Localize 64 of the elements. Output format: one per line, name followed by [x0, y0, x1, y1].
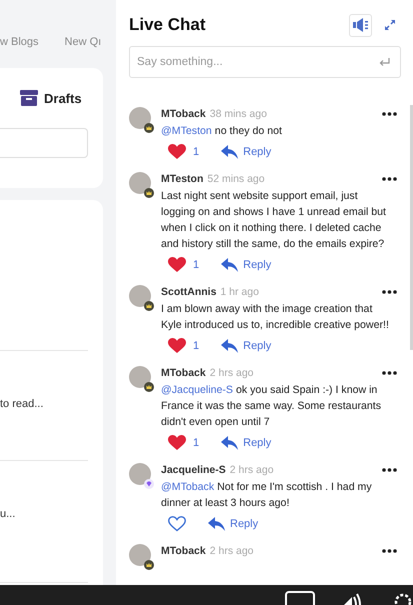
message-text: Last night sent website support email, just logging on and shows I have 1 unread email but when I click on it nothing there. I deleted cache and history still the same, do the emails expire?: [161, 189, 387, 252]
message-time: 2 hrs ago: [210, 545, 255, 557]
heart-icon[interactable]: [168, 257, 186, 273]
avatar: [129, 172, 151, 194]
reply-arrow-icon: [221, 145, 238, 159]
message-text: @MToback Not for me I'm scottish . I had my dinner at least 3 hours ago!: [161, 480, 373, 511]
heart-icon[interactable]: [168, 435, 186, 451]
post-snippet: u...: [0, 508, 16, 520]
reply-link[interactable]: Reply: [221, 436, 272, 450]
crown-badge-icon: [144, 382, 154, 392]
message-time: 2 hrs ago: [230, 464, 275, 476]
message-text: @Jacqueline-S ok you said Spain :-) I know in France it was the same way. Some restaurants didn't even open until 7: [161, 383, 382, 430]
like-count: 1: [193, 259, 200, 271]
diamond-badge-icon: [144, 479, 154, 489]
reply-link[interactable]: Reply: [221, 145, 272, 159]
author-name[interactable]: MToback: [161, 367, 206, 379]
heart-icon[interactable]: [168, 338, 186, 354]
message-input[interactable]: Say something...: [129, 46, 401, 78]
crown-badge-icon: [144, 301, 154, 311]
reply-link[interactable]: Reply: [208, 517, 258, 531]
message-time: 52 mins ago: [207, 173, 266, 185]
author-name[interactable]: MToback: [161, 108, 206, 120]
crown-badge-icon: [144, 188, 154, 198]
avatar: [129, 366, 151, 388]
enter-icon: [379, 58, 390, 66]
like-count: 1: [193, 437, 200, 449]
reply-arrow-icon: [221, 436, 238, 450]
avatar: [129, 544, 151, 566]
message-time: 1 hr ago: [220, 286, 260, 298]
reply-arrow-icon: [208, 517, 225, 531]
reply-link[interactable]: Reply: [221, 258, 272, 272]
author-name[interactable]: Jacqueline-S: [161, 464, 226, 476]
reply-arrow-icon: [221, 339, 238, 353]
author-name[interactable]: MTeston: [161, 173, 204, 185]
avatar: [129, 463, 151, 485]
heart-icon[interactable]: [168, 144, 186, 160]
message-time: 38 mins ago: [210, 108, 268, 120]
message-time: 2 hrs ago: [210, 367, 255, 379]
post-snippet: to read...: [0, 398, 44, 410]
message-text: @MTeston no they do not: [161, 124, 283, 139]
more-options-icon[interactable]: [382, 112, 397, 116]
avatar: [129, 107, 151, 129]
like-count: 1: [193, 146, 200, 158]
crown-badge-icon: [144, 123, 154, 133]
crown-badge-icon: [144, 560, 154, 570]
reply-arrow-icon: [221, 258, 238, 272]
captions-icon[interactable]: [285, 591, 315, 605]
like-count: 1: [193, 340, 200, 352]
more-options-icon[interactable]: [382, 371, 397, 375]
avatar: [129, 285, 151, 307]
input-field[interactable]: [0, 128, 88, 158]
author-name[interactable]: ScottAnnis: [161, 286, 216, 298]
chat-title: Live Chat: [129, 15, 207, 35]
more-options-icon[interactable]: [382, 290, 397, 294]
heart-outline-icon[interactable]: [168, 516, 186, 532]
more-options-icon[interactable]: [382, 177, 397, 181]
drafts-button[interactable]: Drafts: [20, 90, 103, 106]
message-text: I am blown away with the image creation that Kyle introduced us to, incredible creative power!!: [161, 302, 390, 333]
more-options-icon[interactable]: [382, 468, 397, 472]
archive-box-icon: [20, 90, 38, 106]
author-name[interactable]: MToback: [161, 545, 206, 557]
more-options-icon[interactable]: [382, 549, 397, 553]
megaphone-button[interactable]: [349, 14, 372, 36]
reply-link[interactable]: Reply: [221, 339, 272, 353]
